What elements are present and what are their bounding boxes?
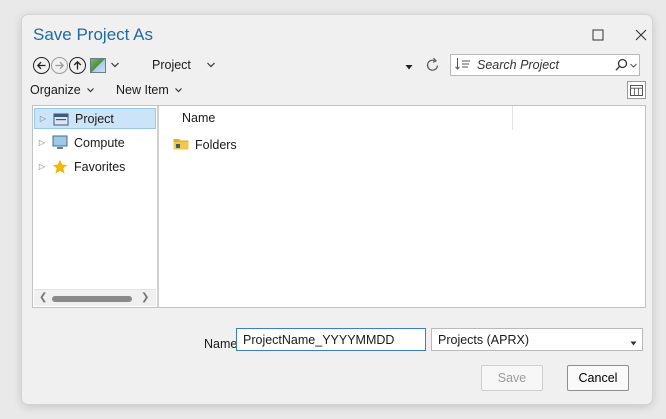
save-button[interactable]: Save [481,365,543,391]
refresh-icon[interactable] [425,56,441,74]
tree-item-favorites[interactable]: ▷ Favorites [34,156,156,177]
back-arrow-icon[interactable] [33,57,50,74]
tree-item-label: Favorites [74,159,126,174]
new-item-menu[interactable]: New Item [116,83,183,97]
organize-label: Organize [30,83,81,97]
expand-icon[interactable]: ▷ [34,162,50,171]
organize-menu[interactable]: Organize [30,83,95,97]
command-bar: Organize New Item [22,81,652,101]
chevron-down-icon[interactable] [629,58,638,75]
sort-icon[interactable] [454,57,472,74]
path-dropdown-icon[interactable] [405,60,413,74]
file-list: Name Folders [159,106,645,307]
up-arrow-icon[interactable] [69,57,86,74]
chevron-down-icon[interactable] [206,58,216,75]
scroll-left-icon[interactable]: ❮ [39,292,47,303]
star-icon [52,159,68,174]
tree-item-label: Project [75,111,114,126]
file-type-value: Projects (APRX) [438,333,529,347]
expand-icon[interactable]: ▷ [35,114,51,123]
close-icon[interactable] [627,21,652,49]
file-type-select[interactable]: Projects (APRX) [431,328,643,351]
tree-item-label: Compute [74,135,125,150]
project-icon [53,111,69,126]
scroll-right-icon[interactable]: ❯ [141,292,149,303]
search-box [450,54,640,76]
forward-arrow-icon[interactable] [51,57,68,74]
computer-icon [52,135,68,150]
search-icon[interactable] [615,58,628,75]
location-icon [90,58,106,73]
navigation-bar: Project [22,53,652,79]
chevron-down-icon [86,88,94,93]
list-item-label: Folders [195,138,237,152]
tree-item-project[interactable]: ▷ Project [34,108,156,129]
scrollbar-thumb[interactable] [52,296,132,302]
browser-panes: ▷ Project ▷ Compute ▷ Favorites ❮ ❯ Name… [32,105,646,308]
column-header-name[interactable]: Name [182,111,215,125]
list-item[interactable]: Folders [173,135,237,155]
project-name-field[interactable] [236,328,426,351]
maximize-icon[interactable] [584,21,612,49]
cancel-button[interactable]: Cancel [567,365,629,391]
folder-icon [173,137,189,153]
dialog-title: Save Project As [33,25,154,44]
expand-icon[interactable]: ▷ [34,138,50,147]
tree-item-computer[interactable]: ▷ Compute [34,132,156,153]
dropdown-caret-icon [630,336,637,350]
horizontal-scrollbar[interactable]: ❮ ❯ [34,289,156,306]
name-label: Name [204,337,238,351]
navigation-tree: ▷ Project ▷ Compute ▷ Favorites ❮ ❯ [33,106,157,307]
column-separator[interactable] [512,106,513,130]
location-breadcrumb[interactable]: Project [152,58,191,72]
view-pane-icon[interactable] [627,81,646,99]
new-item-label: New Item [116,83,169,97]
chevron-down-icon[interactable] [110,58,120,75]
column-header: Name [159,106,645,130]
save-project-dialog: Save Project As Project Search Project O… [22,15,652,404]
chevron-down-icon [174,88,182,93]
title-bar: Save Project As [22,15,652,53]
search-input[interactable] [477,55,597,75]
